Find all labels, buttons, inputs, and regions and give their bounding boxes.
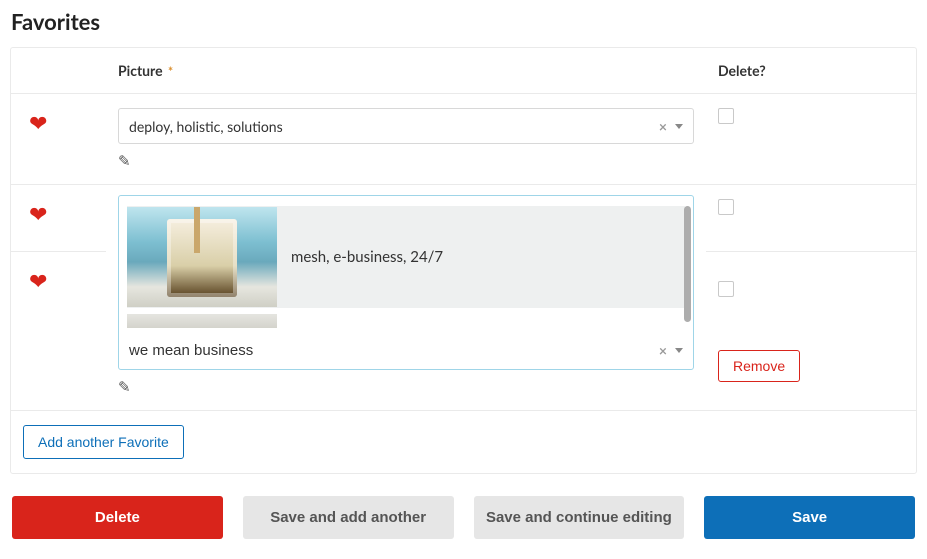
- column-picture-label: Picture: [118, 62, 163, 79]
- option-thumbnail[interactable]: [127, 314, 277, 328]
- picture-dropdown: mesh, e-business, 24/7: [119, 196, 693, 328]
- heart-icon[interactable]: ❤: [23, 199, 94, 225]
- clear-icon[interactable]: ×: [659, 118, 667, 135]
- edit-icon[interactable]: ✎: [118, 378, 694, 396]
- picture-select-open[interactable]: mesh, e-business, 24/7 ×: [118, 195, 694, 370]
- column-picture[interactable]: Picture *: [106, 48, 706, 94]
- table-row: ❤ mesh, e-business, 24/7: [11, 185, 916, 252]
- heart-icon[interactable]: ❤: [23, 266, 94, 292]
- option-thumbnail: [127, 207, 277, 307]
- picture-select-value: deploy, holistic, solutions: [129, 118, 659, 135]
- favorites-table: Picture * Delete? ❤ deploy, holistic, so…: [11, 48, 916, 473]
- option-label: mesh, e-business, 24/7: [277, 248, 443, 266]
- page-title: Favorites: [11, 8, 917, 35]
- delete-checkbox[interactable]: [718, 281, 734, 297]
- favorites-panel: Picture * Delete? ❤ deploy, holistic, so…: [10, 47, 917, 474]
- picture-search-input[interactable]: [129, 340, 659, 361]
- add-another-button[interactable]: Add another Favorite: [23, 425, 184, 459]
- required-icon: *: [168, 64, 173, 79]
- table-row: ❤ deploy, holistic, solutions × ✎: [11, 94, 916, 185]
- delete-checkbox[interactable]: [718, 108, 734, 124]
- edit-icon[interactable]: ✎: [118, 152, 694, 170]
- remove-button[interactable]: Remove: [718, 350, 800, 382]
- chevron-down-icon[interactable]: [675, 348, 683, 353]
- delete-checkbox[interactable]: [718, 199, 734, 215]
- chevron-down-icon[interactable]: [675, 124, 683, 129]
- picture-select[interactable]: deploy, holistic, solutions ×: [118, 108, 694, 144]
- add-row: Add another Favorite: [11, 411, 916, 474]
- scrollbar[interactable]: [684, 206, 691, 322]
- picture-search-row: ×: [119, 334, 693, 369]
- clear-icon[interactable]: ×: [659, 342, 667, 359]
- heart-icon[interactable]: ❤: [23, 108, 94, 134]
- picture-option[interactable]: mesh, e-business, 24/7: [127, 206, 685, 308]
- column-icon: [11, 48, 106, 94]
- column-delete: Delete?: [706, 48, 916, 94]
